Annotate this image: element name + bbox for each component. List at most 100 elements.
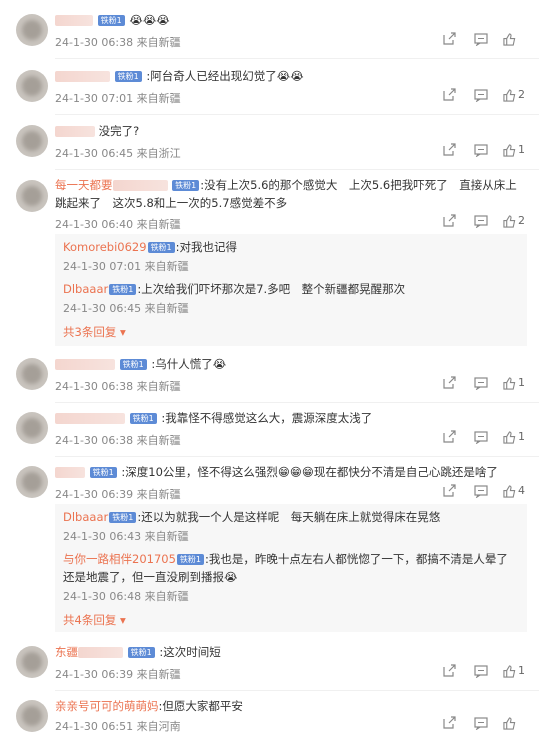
username-blurred[interactable] bbox=[55, 15, 93, 26]
like-button[interactable]: 1 bbox=[501, 664, 527, 678]
comment-text: :阿台奇人已经出现幻觉了😭😭 bbox=[146, 69, 304, 83]
username-blurred[interactable] bbox=[55, 71, 110, 82]
divider bbox=[55, 169, 539, 170]
reply-meta: 24-1-30 06:45 来自新疆 bbox=[63, 302, 189, 315]
like-count: 1 bbox=[518, 143, 525, 156]
like-button[interactable] bbox=[501, 32, 527, 46]
fan-badge: 铁粉1 bbox=[89, 467, 117, 478]
avatar[interactable] bbox=[16, 646, 48, 678]
comment-text-line: 铁粉1 😭😭😭 bbox=[55, 10, 170, 30]
comment-text: :但愿大家都平安 bbox=[158, 699, 243, 713]
comment-meta: 24-1-30 06:38 来自新疆 bbox=[55, 380, 181, 393]
like-button[interactable]: 1 bbox=[501, 430, 527, 444]
comment-actions: 2 bbox=[432, 214, 527, 229]
comment-meta: 24-1-30 07:01 来自新疆 bbox=[55, 92, 181, 105]
comment-text: :我靠怪不得感觉这么大，震源深度太浅了 bbox=[161, 411, 373, 425]
reply-text: :还以为就我一个人是这样呢 每天躺在床上就觉得床在晃悠 bbox=[137, 510, 441, 524]
avatar[interactable] bbox=[16, 412, 48, 444]
like-button[interactable]: 1 bbox=[501, 143, 527, 157]
comment-icon[interactable] bbox=[470, 430, 492, 445]
like-count: 2 bbox=[518, 88, 525, 101]
comment-actions: 2 bbox=[432, 88, 527, 103]
like-count: 1 bbox=[518, 664, 525, 677]
avatar[interactable] bbox=[16, 70, 48, 102]
share-icon[interactable] bbox=[438, 430, 460, 444]
fan-badge: 铁粉1 bbox=[129, 413, 157, 424]
comment-icon[interactable] bbox=[470, 484, 492, 499]
caret-down-icon: ▾ bbox=[119, 325, 126, 339]
username-blurred[interactable] bbox=[55, 413, 125, 424]
like-count: 1 bbox=[518, 376, 525, 389]
comment-meta: 24-1-30 06:39 来自新疆 bbox=[55, 488, 181, 501]
comment-username[interactable]: 东疆 bbox=[55, 645, 78, 659]
fan-badge: 铁粉1 bbox=[119, 359, 147, 370]
like-count: 1 bbox=[518, 430, 525, 443]
comment-icon[interactable] bbox=[470, 32, 492, 47]
share-icon[interactable] bbox=[438, 716, 460, 730]
comment-icon[interactable] bbox=[470, 716, 492, 731]
comment-text-line: 铁粉1 :乌什人慌了😭 bbox=[55, 354, 226, 374]
divider bbox=[55, 58, 539, 59]
avatar[interactable] bbox=[16, 180, 48, 212]
reply-meta: 24-1-30 06:43 来自新疆 bbox=[63, 530, 189, 543]
more-replies-label: 共4条回复 bbox=[63, 613, 117, 627]
fan-badge: 铁粉1 bbox=[97, 15, 125, 26]
comment-icon[interactable] bbox=[470, 376, 492, 391]
comment-text-line: 铁粉1 :阿台奇人已经出现幻觉了😭😭 bbox=[55, 66, 304, 86]
comment-meta: 24-1-30 06:45 来自浙江 bbox=[55, 147, 181, 160]
share-icon[interactable] bbox=[438, 484, 460, 498]
comment-actions: 1 bbox=[432, 143, 527, 158]
reply-item: Dlbaaar 铁粉1:还以为就我一个人是这样呢 每天躺在床上就觉得床在晃悠 24… bbox=[63, 508, 519, 544]
fan-badge: 铁粉1 bbox=[147, 242, 175, 253]
avatar[interactable] bbox=[16, 358, 48, 390]
share-icon[interactable] bbox=[438, 32, 460, 46]
username-blurred[interactable] bbox=[55, 467, 85, 478]
reply-username[interactable]: Komorebi0629 bbox=[63, 240, 147, 254]
comment-icon[interactable] bbox=[470, 143, 492, 158]
share-icon[interactable] bbox=[438, 88, 460, 102]
reply-username[interactable]: Dlbaaar bbox=[63, 282, 108, 296]
comment-meta: 24-1-30 06:39 来自新疆 bbox=[55, 668, 181, 681]
like-button[interactable]: 2 bbox=[501, 214, 527, 228]
comment-icon[interactable] bbox=[470, 214, 492, 229]
avatar[interactable] bbox=[16, 14, 48, 46]
share-icon[interactable] bbox=[438, 664, 460, 678]
comment-icon[interactable] bbox=[470, 664, 492, 679]
reply-username[interactable]: Dlbaaar bbox=[63, 510, 108, 524]
comment-icon[interactable] bbox=[470, 88, 492, 103]
reply-text: :对我也记得 bbox=[175, 240, 238, 254]
share-icon[interactable] bbox=[438, 143, 460, 157]
comment-text: :深度10公里，怪不得这么强烈😁😁😁现在都快分不清是自己心跳还是啥了 bbox=[121, 465, 498, 479]
avatar[interactable] bbox=[16, 700, 48, 732]
like-button[interactable]: 2 bbox=[501, 88, 527, 102]
comment-text: 😭😭😭 bbox=[129, 13, 170, 27]
reply-box: Komorebi0629 铁粉1:对我也记得 24-1-30 07:01 来自新疆… bbox=[55, 234, 527, 346]
username-blurred[interactable] bbox=[55, 126, 95, 137]
comment-meta: 24-1-30 06:38 来自新疆 bbox=[55, 434, 181, 447]
like-button[interactable]: 4 bbox=[501, 484, 527, 498]
comment-text: 没完了? bbox=[98, 124, 140, 138]
divider bbox=[55, 114, 539, 115]
comment-meta: 24-1-30 06:40 来自新疆 bbox=[55, 218, 181, 231]
comment-username[interactable]: 亲亲号可可的萌萌妈 bbox=[55, 699, 159, 713]
avatar[interactable] bbox=[16, 466, 48, 498]
more-replies-link[interactable]: 共3条回复 ▾ bbox=[63, 324, 126, 340]
like-button[interactable]: 1 bbox=[501, 376, 527, 390]
comment-username[interactable]: 每一天都要 bbox=[55, 178, 113, 192]
comment-actions bbox=[432, 32, 527, 47]
share-icon[interactable] bbox=[438, 214, 460, 228]
caret-down-icon: ▾ bbox=[119, 613, 126, 627]
username-blurred[interactable] bbox=[78, 647, 123, 658]
more-replies-link[interactable]: 共4条回复 ▾ bbox=[63, 612, 126, 628]
divider bbox=[55, 690, 539, 691]
avatar[interactable] bbox=[16, 125, 48, 157]
reply-username[interactable]: 与你一路相伴201705 bbox=[63, 552, 176, 566]
fan-badge: 铁粉1 bbox=[176, 554, 204, 565]
reply-item: Komorebi0629 铁粉1:对我也记得 24-1-30 07:01 来自新疆 bbox=[63, 238, 519, 274]
divider bbox=[55, 456, 539, 457]
username-blurred[interactable] bbox=[55, 359, 115, 370]
share-icon[interactable] bbox=[438, 376, 460, 390]
like-button[interactable] bbox=[501, 716, 527, 730]
comment-meta: 24-1-30 06:51 来自河南 bbox=[55, 720, 181, 733]
username-blurred[interactable] bbox=[112, 180, 168, 191]
